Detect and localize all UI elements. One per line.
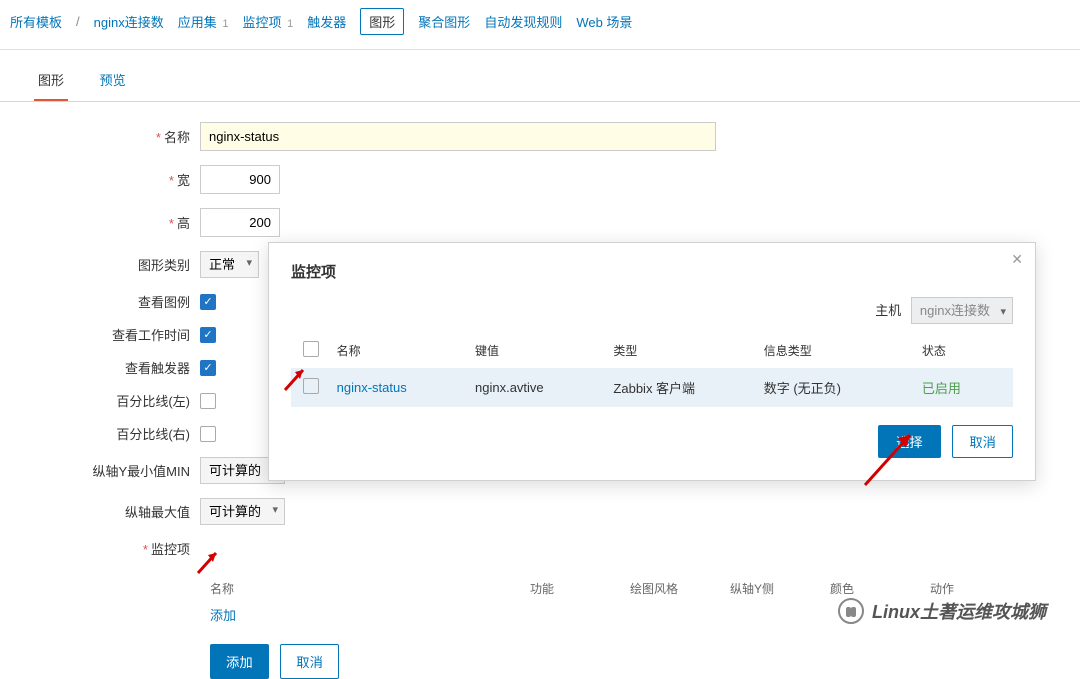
- col-yaxis: 纵轴Y侧: [730, 580, 830, 597]
- modal-title: 监控项: [291, 261, 1013, 282]
- yaxis-min-label: 纵轴Y最小值MIN: [0, 461, 200, 480]
- close-icon[interactable]: ✕: [1011, 251, 1023, 268]
- host-select[interactable]: nginx连接数: [911, 297, 1013, 324]
- name-label: *名称: [0, 127, 200, 146]
- col-func: 功能: [530, 580, 630, 597]
- arrow-annotation-3: [198, 548, 228, 578]
- mcol-key: 键值: [475, 342, 613, 359]
- col-action: 动作: [930, 580, 1030, 597]
- row-key: nginx.avtive: [475, 380, 613, 395]
- show-legend-checkbox[interactable]: ✓: [200, 294, 216, 310]
- col-color: 颜色: [830, 580, 930, 597]
- breadcrumb: 所有模板 / nginx连接数 应用集 1 监控项 1 触发器 图形 聚合图形 …: [0, 0, 1080, 50]
- graph-type-select[interactable]: 正常: [200, 251, 259, 278]
- show-work-label: 查看工作时间: [0, 325, 200, 344]
- height-input[interactable]: [200, 208, 280, 237]
- submit-button[interactable]: 添加: [210, 644, 269, 679]
- modal-cancel-button[interactable]: 取消: [952, 425, 1013, 458]
- bc-items[interactable]: 监控项 1: [243, 12, 294, 31]
- percentile-left-checkbox[interactable]: [200, 393, 216, 409]
- wechat-icon: [838, 598, 864, 624]
- show-legend-label: 查看图例: [0, 292, 200, 311]
- percentile-right-checkbox[interactable]: [200, 426, 216, 442]
- height-label: *高: [0, 213, 200, 232]
- bc-web[interactable]: Web 场景: [576, 12, 632, 31]
- bc-app-set[interactable]: 应用集 1: [178, 12, 229, 31]
- mcol-status: 状态: [922, 342, 1001, 359]
- row-name-link[interactable]: nginx-status: [337, 380, 407, 395]
- items-modal: ✕ 监控项 主机 nginx连接数 名称 键值 类型 信息类型 状态 nginx…: [268, 242, 1036, 481]
- percentile-right-label: 百分比线(右): [0, 424, 200, 443]
- watermark-text: Linux土著运维攻城狮: [872, 598, 1046, 624]
- row-status: 已启用: [922, 378, 1001, 397]
- row-type: Zabbix 客户端: [613, 378, 763, 397]
- bc-graphs-active[interactable]: 图形: [360, 8, 404, 35]
- modal-table-head: 名称 键值 类型 信息类型 状态: [291, 333, 1013, 368]
- width-input[interactable]: [200, 165, 280, 194]
- bc-triggers[interactable]: 触发器: [307, 12, 346, 31]
- tab-graph[interactable]: 图形: [34, 62, 68, 101]
- bc-all-templates[interactable]: 所有模板: [10, 12, 62, 31]
- tab-preview[interactable]: 预览: [96, 62, 130, 99]
- percentile-left-label: 百分比线(左): [0, 391, 200, 410]
- show-work-checkbox[interactable]: ✓: [200, 327, 216, 343]
- arrow-annotation-2: [860, 430, 920, 490]
- mcol-info: 信息类型: [764, 342, 922, 359]
- yaxis-max-select[interactable]: 可计算的: [200, 498, 285, 525]
- host-label: 主机: [875, 303, 901, 318]
- items-label: *监控项: [0, 539, 200, 558]
- graph-type-label: 图形类别: [0, 255, 200, 274]
- row-info: 数字 (无正负): [764, 378, 922, 397]
- bc-screens[interactable]: 聚合图形: [418, 12, 470, 31]
- modal-item-row[interactable]: nginx-status nginx.avtive Zabbix 客户端 数字 …: [291, 368, 1013, 407]
- bc-discovery[interactable]: 自动发现规则: [484, 12, 562, 31]
- bc-template-name[interactable]: nginx连接数: [94, 12, 164, 31]
- add-item-link[interactable]: 添加: [210, 608, 236, 623]
- cancel-button[interactable]: 取消: [280, 644, 339, 679]
- select-all-checkbox[interactable]: [303, 341, 319, 357]
- yaxis-max-label: 纵轴最大值: [0, 502, 200, 521]
- form-actions: 添加 取消: [210, 644, 1080, 679]
- arrow-annotation-1: [285, 365, 315, 395]
- separator: /: [76, 14, 80, 29]
- watermark: Linux土著运维攻城狮: [838, 598, 1046, 624]
- subtabs: 图形 预览: [0, 50, 1080, 102]
- col-name: 名称: [210, 580, 530, 597]
- mcol-name: 名称: [337, 342, 475, 359]
- width-label: *宽: [0, 170, 200, 189]
- name-input[interactable]: [200, 122, 716, 151]
- show-trig-label: 查看触发器: [0, 358, 200, 377]
- mcol-type: 类型: [613, 342, 763, 359]
- col-style: 绘图风格: [630, 580, 730, 597]
- host-row: 主机 nginx连接数: [291, 300, 1013, 319]
- show-trig-checkbox[interactable]: ✓: [200, 360, 216, 376]
